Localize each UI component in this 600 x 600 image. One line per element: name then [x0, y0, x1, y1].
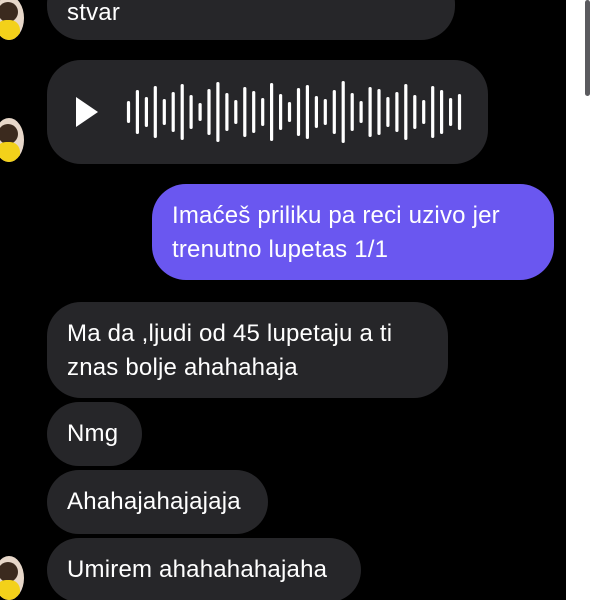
- message-text: Umirem ahahahahajaha: [67, 556, 328, 583]
- message-text: Imaćeš priliku pa reci uzivo jer trenutn…: [172, 202, 500, 263]
- waveform-icon[interactable]: [124, 80, 464, 144]
- avatar-body: [0, 142, 20, 162]
- play-icon[interactable]: [76, 97, 98, 127]
- avatar-head: [0, 2, 18, 22]
- contact-avatar[interactable]: [0, 556, 24, 600]
- incoming-message-bubble[interactable]: Umirem ahahahahajaha: [47, 538, 361, 600]
- message-text: stvar: [67, 0, 121, 26]
- message-text: Nmg: [67, 420, 119, 447]
- outgoing-message-bubble[interactable]: Imaćeš priliku pa reci uzivo jer trenutn…: [152, 184, 554, 280]
- chat-screen: stvar Imaćeš priliku pa reci uzivo jer t…: [0, 0, 600, 600]
- avatar-body: [0, 20, 20, 40]
- contact-avatar[interactable]: [0, 0, 24, 40]
- right-edge: [566, 0, 600, 600]
- incoming-message-bubble[interactable]: Ma da ,ljudi od 45 lupetaju a ti znas bo…: [47, 302, 448, 398]
- incoming-message-bubble[interactable]: Ahahajahajajaja: [47, 470, 268, 534]
- incoming-message-bubble[interactable]: Nmg: [47, 402, 142, 466]
- contact-avatar[interactable]: [0, 118, 24, 162]
- incoming-message-bubble[interactable]: stvar: [47, 0, 455, 40]
- scroll-indicator[interactable]: [585, 0, 590, 96]
- avatar-body: [0, 580, 20, 600]
- avatar-head: [0, 124, 18, 144]
- message-text: Ahahajahajajaja: [67, 488, 241, 515]
- avatar-head: [0, 562, 18, 582]
- message-text: Ma da ,ljudi od 45 lupetaju a ti znas bo…: [67, 320, 393, 381]
